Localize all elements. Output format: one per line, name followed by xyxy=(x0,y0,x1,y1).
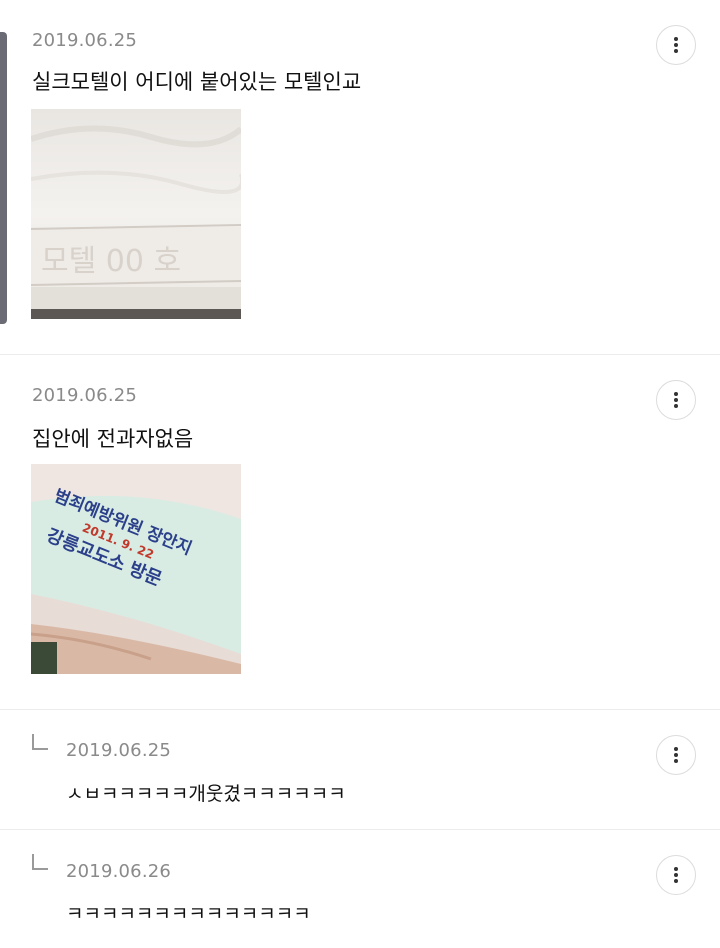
scroll-indicator[interactable] xyxy=(0,32,7,324)
comment-image-towel[interactable]: 모텔 00 호 xyxy=(31,109,241,319)
more-vertical-icon xyxy=(674,747,678,763)
more-options-button[interactable] xyxy=(656,380,696,420)
embossed-text: 모텔 00 호 xyxy=(41,244,181,279)
more-options-button[interactable] xyxy=(656,735,696,775)
more-options-button[interactable] xyxy=(656,855,696,895)
comment-image-towel[interactable]: 범죄예방위원 장안지 2011. 9. 22 강릉교도소 방문 xyxy=(31,464,241,674)
reply-arrow-icon xyxy=(32,854,48,870)
divider xyxy=(0,829,720,830)
divider xyxy=(0,709,720,710)
comment-text: 실크모텔이 어디에 붙어있는 모텔인교 xyxy=(32,70,362,94)
more-options-button[interactable] xyxy=(656,25,696,65)
reply-text: ㅋㅋㅋㅋㅋㅋㅋㅋㅋㅋㅋㅋㅋㅋ xyxy=(66,903,311,925)
reply-date: 2019.06.26 xyxy=(66,861,172,882)
more-vertical-icon xyxy=(674,37,678,53)
more-vertical-icon xyxy=(674,867,678,883)
comment-date: 2019.06.25 xyxy=(32,30,138,51)
comment-date: 2019.06.25 xyxy=(32,385,138,406)
reply-arrow-icon xyxy=(32,734,48,750)
divider xyxy=(0,354,720,355)
reply-text: ㅅㅂㅋㅋㅋㅋㅋ개웃겼ㅋㅋㅋㅋㅋㅋ xyxy=(66,783,346,805)
more-vertical-icon xyxy=(674,392,678,408)
comment-text: 집안에 전과자없음 xyxy=(32,427,194,451)
reply-date: 2019.06.25 xyxy=(66,740,172,761)
